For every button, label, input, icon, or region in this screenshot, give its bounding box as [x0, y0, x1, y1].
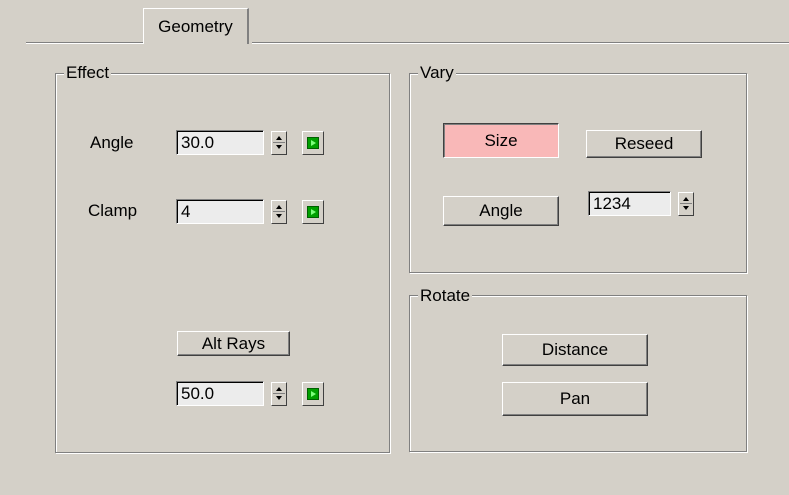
spinner-up-icon	[276, 387, 282, 391]
angle-spinner[interactable]	[271, 131, 287, 155]
alt-rays-button[interactable]: Alt Rays	[177, 331, 290, 356]
spinner-up-icon	[276, 205, 282, 209]
angle-label: Angle	[90, 133, 134, 152]
vary-angle-label: Angle	[479, 201, 523, 220]
rotate-group-title: Rotate	[418, 286, 473, 306]
spinner-up-icon	[276, 136, 282, 140]
rotate-group	[409, 295, 747, 452]
size-button[interactable]: Size	[443, 123, 559, 158]
spinner-down-icon	[683, 206, 689, 210]
alt-rays-animate-button[interactable]	[302, 382, 324, 406]
seed-field[interactable]: 1234	[588, 191, 671, 216]
vary-angle-button[interactable]: Angle	[443, 196, 559, 226]
angle-animate-button[interactable]	[302, 131, 324, 155]
spinner-down-icon	[276, 396, 282, 400]
tab-strip-line	[252, 42, 789, 44]
tab-geometry[interactable]: Geometry	[143, 8, 249, 44]
alt-rays-label: Alt Rays	[201, 333, 266, 353]
vary-group-title: Vary	[418, 63, 456, 83]
tab-geometry-label: Geometry	[158, 16, 233, 36]
clamp-animate-button[interactable]	[302, 200, 324, 224]
alt-rays-field[interactable]: 50.0	[176, 381, 264, 406]
spinner-down-icon	[276, 145, 282, 149]
size-label: Size	[484, 130, 518, 150]
effect-group-title: Effect	[64, 63, 112, 83]
distance-label: Distance	[541, 340, 609, 359]
pan-label: Pan	[559, 389, 591, 408]
clamp-spinner[interactable]	[271, 200, 287, 224]
angle-field[interactable]: 30.0	[176, 130, 264, 155]
seed-spinner[interactable]	[678, 192, 694, 216]
reseed-label: Reseed	[614, 134, 674, 153]
clamp-field[interactable]: 4	[176, 199, 264, 224]
clamp-label: Clamp	[88, 201, 138, 220]
spinner-up-icon	[683, 197, 689, 201]
vary-group	[409, 73, 747, 273]
spinner-down-icon	[276, 214, 282, 218]
alt-rays-spinner[interactable]	[271, 382, 287, 406]
distance-button[interactable]: Distance	[502, 334, 648, 366]
pan-button[interactable]: Pan	[502, 382, 648, 416]
reseed-button[interactable]: Reseed	[586, 130, 702, 158]
tab-strip-line	[26, 42, 144, 44]
